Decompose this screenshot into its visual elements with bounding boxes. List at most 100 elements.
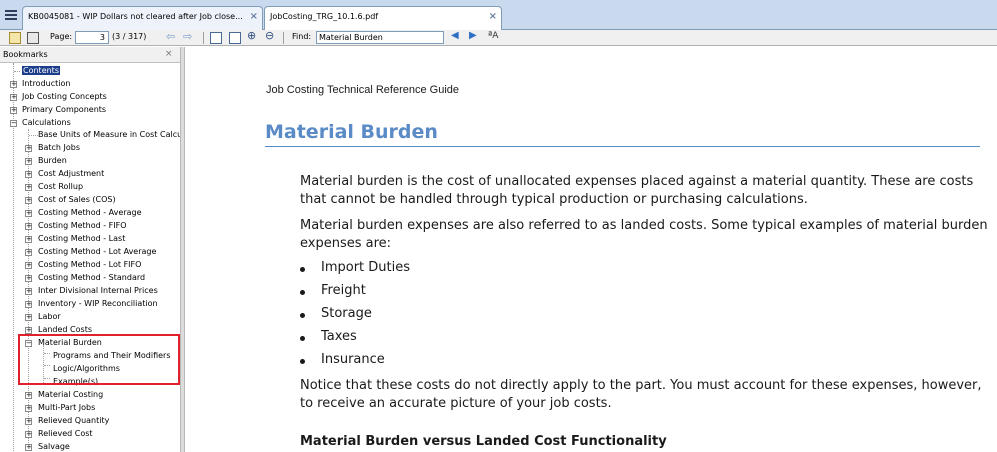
expand-icon[interactable]: + bbox=[25, 418, 32, 425]
expand-icon[interactable]: + bbox=[25, 158, 32, 165]
page-number-input[interactable] bbox=[75, 31, 109, 44]
page-label: Page: bbox=[50, 32, 73, 41]
tab-label: JobCosting_TRG_10.1.6.pdf bbox=[270, 12, 379, 21]
expand-icon[interactable]: + bbox=[25, 405, 32, 412]
expand-icon[interactable]: + bbox=[25, 314, 32, 321]
bookmark-label: Burden bbox=[38, 156, 67, 165]
close-icon[interactable]: × bbox=[250, 11, 258, 22]
bookmarks-title: Bookmarks bbox=[3, 50, 48, 59]
bookmark-introduction[interactable]: Introduction bbox=[22, 78, 70, 90]
expand-icon[interactable]: + bbox=[25, 392, 32, 399]
expand-icon[interactable]: + bbox=[25, 288, 32, 295]
menu-icon[interactable] bbox=[3, 7, 19, 23]
tab-strip: KB0045081 - WIP Dollars not cleared afte… bbox=[0, 0, 997, 31]
bookmark-multi-part-jobs[interactable]: Multi-Part Jobs bbox=[38, 402, 95, 414]
find-input[interactable] bbox=[316, 31, 444, 44]
bookmark-label: Contents bbox=[22, 66, 60, 75]
expand-icon[interactable]: + bbox=[25, 262, 32, 269]
expand-icon[interactable]: + bbox=[25, 145, 32, 152]
bookmark-label: Introduction bbox=[22, 79, 71, 88]
bookmark-relieved-quantity[interactable]: Relieved Quantity bbox=[38, 415, 109, 427]
expand-icon[interactable]: + bbox=[25, 275, 32, 282]
paragraph: Notice that these costs do not directly … bbox=[300, 378, 982, 411]
page-count: (3 / 317) bbox=[112, 32, 147, 41]
zoom-in-icon[interactable]: ⊕ bbox=[247, 29, 256, 43]
document-title: Material Burden bbox=[265, 121, 438, 143]
bookmarks-panel-icon[interactable] bbox=[9, 32, 21, 44]
bookmark-label: Costing Method - Average bbox=[38, 208, 142, 217]
bookmark-relieved-cost[interactable]: Relieved Cost bbox=[38, 428, 93, 440]
bookmarks-header: Bookmarks × bbox=[0, 47, 180, 63]
bookmark-costing-method-lot-average[interactable]: Costing Method - Lot Average bbox=[38, 246, 156, 258]
tab-kb-article[interactable]: KB0045081 - WIP Dollars not cleared afte… bbox=[22, 6, 263, 30]
tab-pdf[interactable]: JobCosting_TRG_10.1.6.pdf × bbox=[264, 6, 502, 31]
bookmark-label: Base Units of Measure in Cost Calcu bbox=[38, 130, 180, 139]
fit-page-icon[interactable] bbox=[210, 32, 222, 44]
bookmark-cost-adjustment[interactable]: Cost Adjustment bbox=[38, 168, 104, 180]
bookmark-job-costing-concepts[interactable]: Job Costing Concepts bbox=[22, 91, 107, 103]
expand-icon[interactable]: + bbox=[25, 171, 32, 178]
expand-icon[interactable]: + bbox=[25, 210, 32, 217]
forward-arrow-icon[interactable]: ⇨ bbox=[183, 30, 192, 44]
expand-icon[interactable]: + bbox=[25, 197, 32, 204]
bookmark-inventory-wip[interactable]: Inventory - WIP Reconciliation bbox=[38, 298, 158, 310]
close-icon[interactable]: × bbox=[165, 49, 173, 59]
bookmark-material-costing[interactable]: Material Costing bbox=[38, 389, 103, 401]
bookmark-label: Costing Method - Last bbox=[38, 234, 126, 243]
bookmark-base-units[interactable]: Base Units of Measure in Cost Calcu bbox=[38, 129, 180, 141]
bookmark-cost-of-sales[interactable]: Cost of Sales (COS) bbox=[38, 194, 116, 206]
find-previous-icon[interactable]: ◀ bbox=[451, 30, 459, 44]
bookmark-label: Calculations bbox=[22, 118, 71, 127]
bookmark-costing-method-standard[interactable]: Costing Method - Standard bbox=[38, 272, 145, 284]
expand-icon[interactable]: + bbox=[10, 94, 17, 101]
find-next-icon[interactable]: ▶ bbox=[469, 30, 477, 44]
expand-icon[interactable]: + bbox=[25, 327, 32, 334]
expand-icon[interactable]: + bbox=[25, 301, 32, 308]
tab-label: KB0045081 - WIP Dollars not cleared afte… bbox=[28, 12, 243, 21]
collapse-icon[interactable]: − bbox=[10, 120, 17, 127]
paragraph: Material burden expenses are also referr… bbox=[300, 218, 988, 251]
print-icon[interactable] bbox=[27, 32, 39, 44]
bookmark-costing-method-lot-fifo[interactable]: Costing Method - Lot FIFO bbox=[38, 259, 141, 271]
bookmark-label: Costing Method - Standard bbox=[38, 273, 146, 282]
expand-icon[interactable]: + bbox=[10, 107, 17, 114]
bookmark-label: Primary Components bbox=[22, 105, 107, 114]
bookmark-burden[interactable]: Burden bbox=[38, 155, 67, 167]
bookmark-costing-method-last[interactable]: Costing Method - Last bbox=[38, 233, 125, 245]
expand-icon[interactable]: + bbox=[25, 431, 32, 438]
bookmark-salvage[interactable]: Salvage bbox=[38, 441, 70, 452]
document-header: Job Costing Technical Reference Guide bbox=[266, 84, 460, 96]
zoom-out-icon[interactable]: ⊖ bbox=[265, 29, 274, 43]
highlight-box bbox=[18, 334, 180, 385]
panel-splitter[interactable] bbox=[180, 47, 185, 452]
match-case-icon[interactable]: ªA bbox=[488, 31, 498, 45]
document-page: Job Costing Technical Reference Guide Ma… bbox=[186, 47, 997, 452]
back-arrow-icon[interactable]: ⇦ bbox=[166, 30, 175, 44]
expand-icon[interactable]: + bbox=[25, 249, 32, 256]
find-label: Find: bbox=[292, 32, 312, 41]
expand-icon[interactable]: + bbox=[25, 184, 32, 191]
bookmark-calculations[interactable]: Calculations bbox=[22, 117, 71, 129]
expand-icon[interactable]: + bbox=[25, 223, 32, 230]
section-heading: Material Burden versus Landed Cost Funct… bbox=[300, 434, 667, 449]
bookmark-batch-jobs[interactable]: Batch Jobs bbox=[38, 142, 80, 154]
bookmark-label: Costing Method - Lot Average bbox=[38, 247, 157, 256]
bookmark-label: Cost Adjustment bbox=[38, 169, 105, 178]
bookmark-primary-components[interactable]: Primary Components bbox=[22, 104, 106, 116]
bookmark-cost-rollup[interactable]: Cost Rollup bbox=[38, 181, 83, 193]
bookmark-label: Labor bbox=[38, 312, 61, 321]
bookmark-costing-method-fifo[interactable]: Costing Method - FIFO bbox=[38, 220, 127, 232]
bookmark-label: Costing Method - FIFO bbox=[38, 221, 127, 230]
close-icon[interactable]: × bbox=[489, 11, 497, 22]
expand-icon[interactable]: + bbox=[10, 81, 17, 88]
paragraph: Material burden is the cost of unallocat… bbox=[300, 174, 974, 207]
bookmark-inter-divisional[interactable]: Inter Divisional Internal Prices bbox=[38, 285, 158, 297]
bookmark-labor[interactable]: Labor bbox=[38, 311, 61, 323]
bookmark-costing-method-average[interactable]: Costing Method - Average bbox=[38, 207, 142, 219]
bookmark-contents[interactable]: Contents bbox=[22, 65, 60, 77]
fit-width-icon[interactable] bbox=[229, 32, 241, 44]
expand-icon[interactable]: + bbox=[25, 236, 32, 243]
bookmark-label: Relieved Quantity bbox=[38, 416, 110, 425]
expand-icon[interactable]: + bbox=[25, 444, 32, 451]
bookmark-label: Costing Method - Lot FIFO bbox=[38, 260, 142, 269]
